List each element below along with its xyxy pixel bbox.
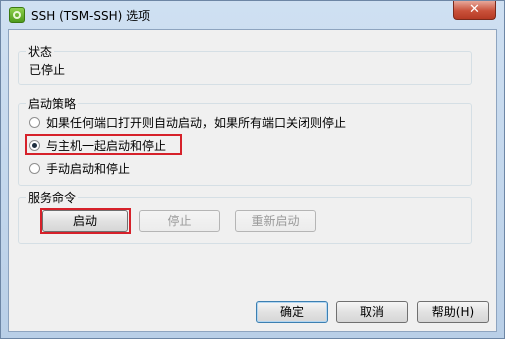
highlight-with-host-option: [25, 134, 182, 155]
status-group: 状态 已停止: [18, 43, 472, 85]
radio-button-auto-ports[interactable]: [29, 117, 40, 128]
service-commands-group: 服务命令 启动 停止 重新启动: [18, 189, 472, 244]
highlight-start-button: [40, 208, 131, 234]
app-icon: [9, 7, 25, 23]
close-button[interactable]: ✕: [453, 1, 496, 20]
dialog-window: SSH (TSM-SSH) 选项 ✕ 状态 已停止 启动策略 如果任何端口打开则…: [0, 0, 505, 339]
status-group-legend: 状态: [26, 43, 55, 60]
cancel-button[interactable]: 取消: [336, 301, 408, 323]
radio-auto-ports[interactable]: 如果任何端口打开则自动启动，如果所有端口关闭则停止: [29, 114, 346, 130]
window-title: SSH (TSM-SSH) 选项: [31, 9, 151, 23]
startup-policy-group: 启动策略 如果任何端口打开则自动启动，如果所有端口关闭则停止 与主机一起启动和停…: [18, 95, 472, 186]
radio-label-auto-ports: 如果任何端口打开则自动启动，如果所有端口关闭则停止: [46, 116, 347, 130]
ok-button[interactable]: 确定: [256, 301, 328, 323]
radio-label-manual: 手动启动和停止: [46, 162, 131, 176]
radio-manual[interactable]: 手动启动和停止: [29, 160, 130, 176]
stop-button[interactable]: 停止: [139, 210, 220, 232]
restart-button[interactable]: 重新启动: [235, 210, 316, 232]
dialog-client-area: 状态 已停止 启动策略 如果任何端口打开则自动启动，如果所有端口关闭则停止 与主…: [8, 29, 497, 332]
radio-button-manual[interactable]: [29, 163, 40, 174]
service-commands-legend: 服务命令: [26, 189, 79, 206]
status-value: 已停止: [29, 63, 66, 77]
title-bar[interactable]: SSH (TSM-SSH) 选项 ✕: [1, 1, 504, 29]
help-button[interactable]: 帮助(H): [417, 301, 489, 323]
startup-policy-legend: 启动策略: [26, 95, 79, 112]
